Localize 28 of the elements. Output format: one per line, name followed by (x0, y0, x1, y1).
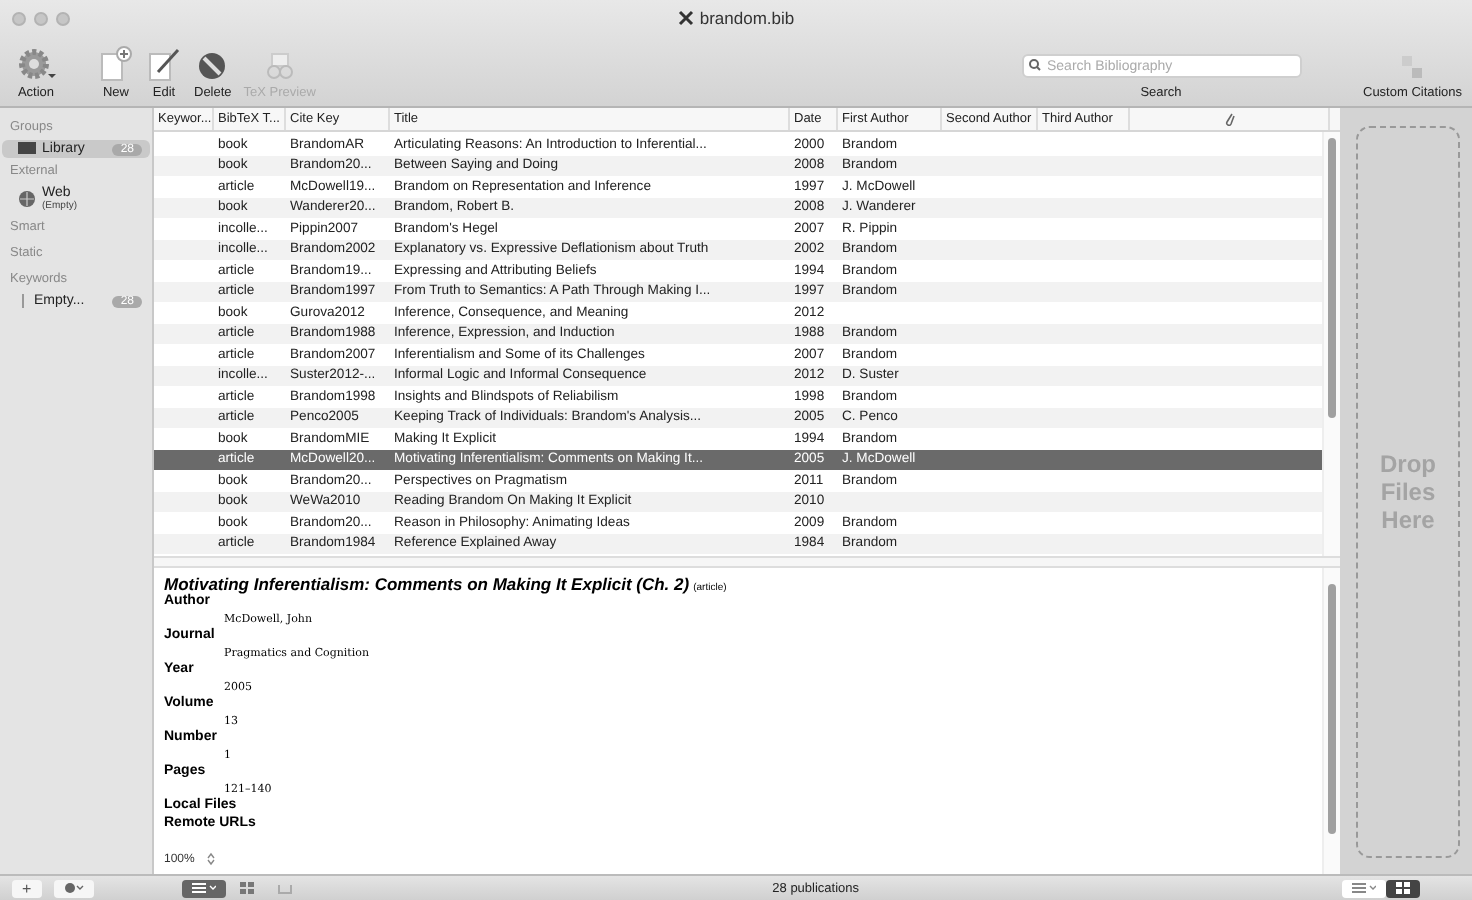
gear-icon (63, 882, 84, 894)
minimize-button[interactable] (34, 11, 48, 25)
tray-icon (277, 883, 292, 893)
search-icon (1027, 58, 1043, 72)
close-button[interactable] (12, 11, 26, 25)
window-title: brandom.bib (699, 7, 795, 27)
delete-icon (196, 50, 229, 82)
scrollbar-thumb[interactable] (1328, 584, 1336, 834)
grid-icon (1396, 882, 1411, 894)
gear-menu-button[interactable] (53, 879, 94, 897)
zoom-button[interactable] (56, 11, 70, 25)
list-icon (191, 882, 216, 894)
add-button[interactable]: + (12, 879, 42, 897)
gear-icon (14, 46, 58, 82)
list-icon (1352, 882, 1377, 894)
glasses-icon (261, 50, 298, 82)
new-document-icon (98, 46, 134, 82)
stepper-icon[interactable] (206, 852, 217, 866)
scrollbar-thumb[interactable] (1328, 138, 1336, 418)
grid-icon (239, 882, 254, 894)
grid-view-button[interactable] (1386, 879, 1421, 897)
list-view-button[interactable] (181, 879, 226, 897)
entry-title: Motivating Inferentialism: Comments on Making It Explicit (Ch. 2) (164, 574, 690, 594)
globe-icon (18, 190, 36, 208)
edit-pencil-icon (146, 46, 182, 82)
citation-icon (1398, 54, 1427, 82)
library-icon (18, 142, 36, 156)
paperclip-icon (1223, 112, 1235, 126)
